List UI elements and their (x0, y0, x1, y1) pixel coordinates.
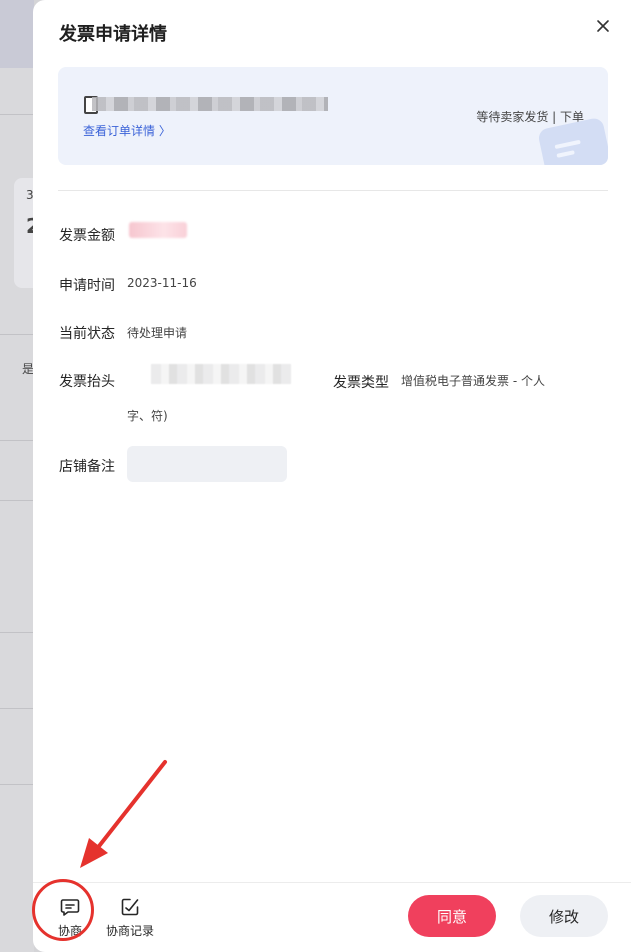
annotation-arrow-icon (80, 760, 167, 868)
